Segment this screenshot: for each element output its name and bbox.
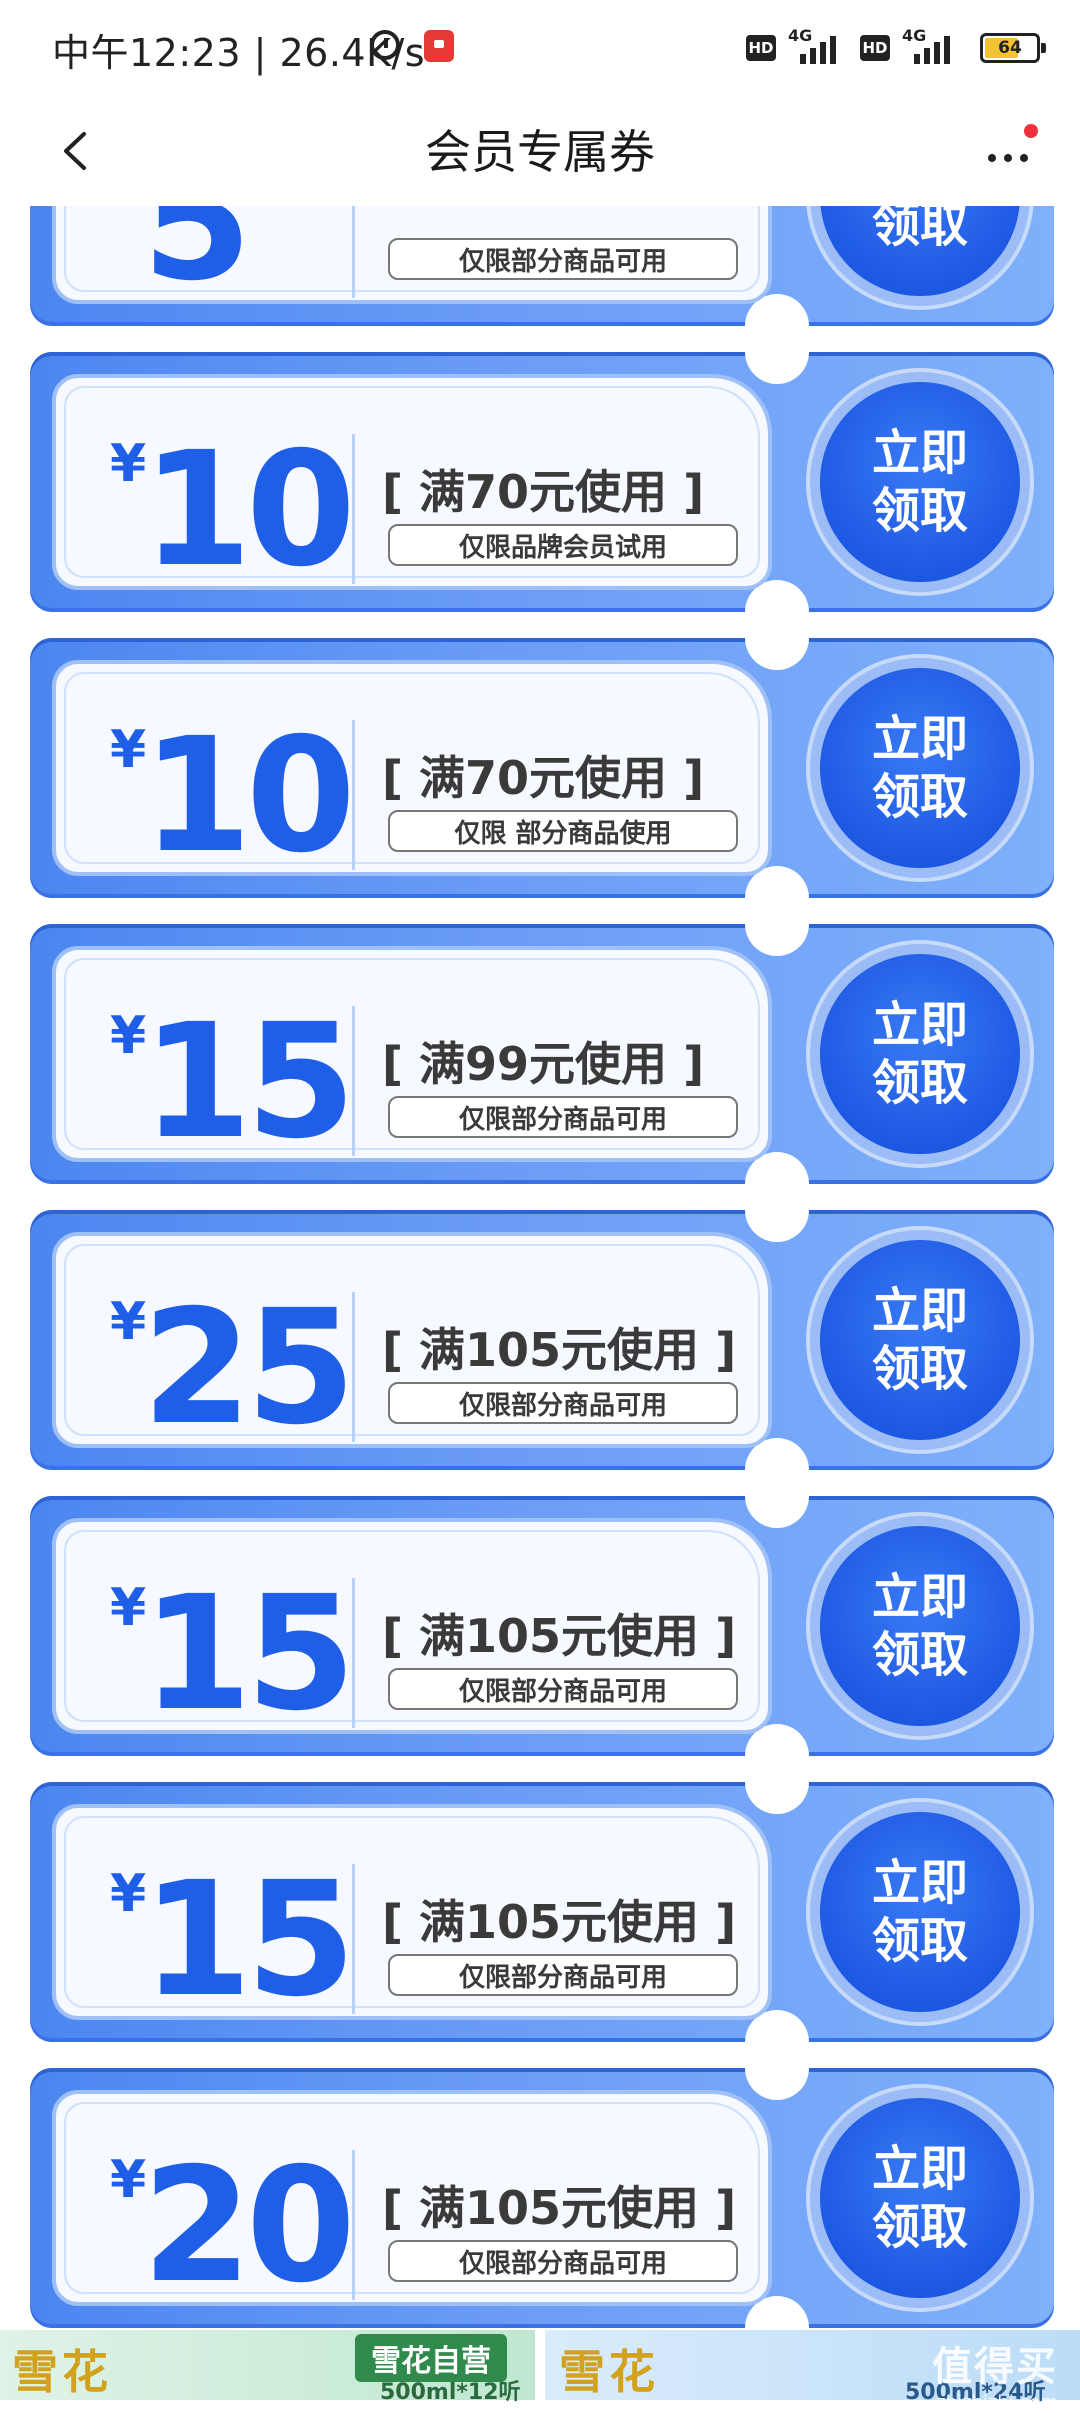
hd-icon-2: HD bbox=[860, 35, 890, 61]
banner-logo-2: 雪花 bbox=[559, 2345, 659, 2399]
claim-button[interactable]: 立即领取 bbox=[820, 668, 1020, 868]
coupon-body: ¥20[ 满105元使用 ] 仅限部分商品可用 bbox=[52, 2090, 772, 2306]
title-bar: 会员专属券 bbox=[0, 96, 1080, 206]
page-title: 会员专属券 bbox=[425, 125, 655, 179]
claim-button-label: 立即领取 bbox=[871, 1855, 968, 1969]
coupon-divider bbox=[352, 1864, 355, 2014]
app-notification-icon bbox=[424, 30, 454, 62]
coupon-body: ¥15[ 满99元使用 ] 仅限部分商品可用 bbox=[52, 946, 772, 1162]
coupon-body: ¥5仅限部分商品可用 bbox=[52, 206, 772, 304]
banner-logo: 雪花 bbox=[12, 2345, 112, 2399]
claim-button-label: 立即领取 bbox=[871, 1283, 968, 1397]
currency-symbol: ¥ bbox=[110, 1006, 147, 1066]
coupon-scope: 仅限部分商品可用 bbox=[388, 1096, 738, 1138]
coupon-card: ¥15 [ 满99元使用 ] 仅限部分商品可用 立即领取 bbox=[30, 892, 1054, 1216]
coupon-amount: 15 bbox=[142, 990, 356, 1174]
coupon-body: ¥10[ 满70元使用 ] 仅限品牌会员试用 bbox=[52, 374, 772, 590]
currency-symbol: ¥ bbox=[110, 2150, 147, 2210]
status-bar: 中午12:23 | 26.4K/s HD 4G HD 4G 64 bbox=[0, 0, 1080, 96]
coupon-card: ¥20 [ 满105元使用 ] 仅限部分商品可用 立即领取 bbox=[30, 2036, 1054, 2330]
coupon-amount: 15 bbox=[142, 1562, 356, 1746]
claim-button[interactable]: 立即领取 bbox=[820, 1240, 1020, 1440]
claim-button[interactable]: 立即领取 bbox=[820, 2098, 1020, 2298]
alarm-icon bbox=[370, 30, 400, 60]
hd-icon: HD bbox=[746, 35, 776, 61]
coupon-amount: 10 bbox=[142, 704, 356, 888]
coupon-card: ¥15 [ 满105元使用 ] 仅限部分商品可用 立即领取 bbox=[30, 1750, 1054, 2074]
coupon-amount: 5 bbox=[142, 206, 252, 316]
claim-button-label: 立即领取 bbox=[871, 425, 968, 539]
signal-icon: 4G bbox=[786, 26, 850, 68]
notification-dot bbox=[1024, 124, 1038, 138]
banner-ad-right[interactable]: 雪花 500ml*24听 值得买 zhizhizhi.com bbox=[545, 2330, 1080, 2413]
claim-button-label: 立即领取 bbox=[871, 1569, 968, 1683]
claim-button[interactable]: 立即领取 bbox=[820, 1526, 1020, 1726]
currency-symbol: ¥ bbox=[110, 1864, 147, 1924]
status-icons: HD 4G HD 4G 64 bbox=[746, 26, 1046, 70]
banner-ad-left[interactable]: 雪花 雪花自营 500ml*12听 bbox=[0, 2330, 535, 2405]
coupon-condition: [ 满105元使用 ] bbox=[382, 1895, 737, 1949]
coupon-condition: [ 满70元使用 ] bbox=[382, 465, 705, 519]
status-time: 中午12:23 | 26.4K/s bbox=[52, 31, 426, 75]
claim-button[interactable]: 立即领取 bbox=[820, 954, 1020, 1154]
battery-level: 64 bbox=[998, 38, 1022, 58]
coupon-divider bbox=[352, 1006, 355, 1156]
coupon-card: ¥10 [ 满70元使用 ] 仅限 部分商品使用 立即领取 bbox=[30, 606, 1054, 930]
currency-symbol: ¥ bbox=[110, 434, 147, 494]
coupon-amount: 15 bbox=[142, 1848, 356, 2032]
coupon-card: ¥25 [ 满105元使用 ] 仅限部分商品可用 立即领取 bbox=[30, 1178, 1054, 1502]
coupon-scope: 仅限部分商品可用 bbox=[388, 1382, 738, 1424]
coupon-card: ¥15 [ 满105元使用 ] 仅限部分商品可用 立即领取 bbox=[30, 1464, 1054, 1788]
coupon-divider bbox=[352, 1292, 355, 1442]
more-button[interactable] bbox=[980, 124, 1040, 180]
battery-icon: 64 bbox=[980, 33, 1046, 63]
coupon-condition: [ 满105元使用 ] bbox=[382, 1323, 737, 1377]
signal-icon-2: 4G bbox=[900, 26, 964, 68]
coupon-condition: [ 满99元使用 ] bbox=[382, 1037, 705, 1091]
watermark: 值得买 zhizhizhi.com bbox=[932, 2344, 1058, 2413]
coupon-scope: 仅限部分商品可用 bbox=[388, 2240, 738, 2282]
coupon-card: ¥5仅限部分商品可用立即 领取 bbox=[30, 206, 1054, 358]
coupon-divider bbox=[352, 720, 355, 870]
bottom-banner: 雪花 雪花自营 500ml*12听 雪花 500ml*24听 值得买 zhizh… bbox=[0, 2330, 1080, 2413]
coupon-divider bbox=[352, 206, 355, 298]
currency-symbol: ¥ bbox=[110, 720, 147, 780]
coupon-body: ¥10[ 满70元使用 ] 仅限 部分商品使用 bbox=[52, 660, 772, 876]
coupon-scope: 仅限部分商品可用 bbox=[388, 1954, 738, 1996]
claim-button-label: 立即 领取 bbox=[871, 206, 968, 253]
coupon-card: ¥10 [ 满70元使用 ] 仅限品牌会员试用 立即领取 bbox=[30, 320, 1054, 644]
coupon-scope: 仅限 部分商品使用 bbox=[388, 810, 738, 852]
coupon-amount: 10 bbox=[142, 418, 356, 602]
coupon-divider bbox=[352, 434, 355, 584]
coupon-scope: 仅限部分商品可用 bbox=[388, 1668, 738, 1710]
claim-button[interactable]: 立即领取 bbox=[820, 382, 1020, 582]
coupon-condition: [ 满105元使用 ] bbox=[382, 1609, 737, 1663]
currency-symbol: ¥ bbox=[110, 1578, 147, 1638]
claim-button[interactable]: 立即 领取 bbox=[820, 206, 1020, 296]
coupon-condition: [ 满70元使用 ] bbox=[382, 751, 705, 805]
banner-sub: 500ml*12听 bbox=[380, 2380, 521, 2405]
coupon-body: ¥15[ 满105元使用 ] 仅限部分商品可用 bbox=[52, 1804, 772, 2020]
coupon-divider bbox=[352, 2150, 355, 2300]
coupon-scope: 仅限部分商品可用 bbox=[388, 238, 738, 280]
coupon-scope: 仅限品牌会员试用 bbox=[388, 524, 738, 566]
claim-button[interactable]: 立即领取 bbox=[820, 1812, 1020, 2012]
coupon-list[interactable]: ¥5仅限部分商品可用立即 领取¥10[ 满70元使用 ]仅限品牌会员试用立即领取… bbox=[0, 206, 1080, 2330]
coupon-amount: 20 bbox=[142, 2134, 356, 2318]
coupon-amount: 25 bbox=[142, 1276, 356, 1460]
claim-button-label: 立即领取 bbox=[871, 2141, 968, 2255]
coupon-divider bbox=[352, 1578, 355, 1728]
currency-symbol: ¥ bbox=[110, 206, 146, 208]
more-icon bbox=[988, 154, 1028, 162]
coupon-body: ¥15[ 满105元使用 ] 仅限部分商品可用 bbox=[52, 1518, 772, 1734]
currency-symbol: ¥ bbox=[110, 1292, 147, 1352]
coupon-condition: [ 满105元使用 ] bbox=[382, 2181, 737, 2235]
claim-button-label: 立即领取 bbox=[871, 997, 968, 1111]
coupon-body: ¥25[ 满105元使用 ] 仅限部分商品可用 bbox=[52, 1232, 772, 1448]
claim-button-label: 立即领取 bbox=[871, 711, 968, 825]
